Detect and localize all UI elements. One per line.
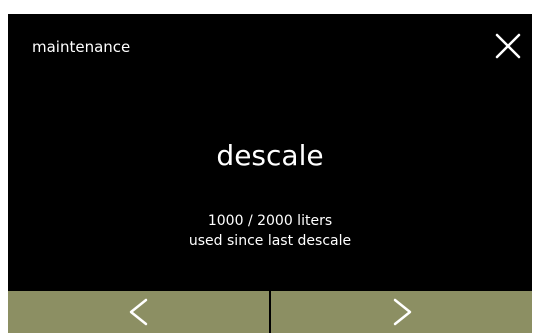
next-button[interactable]: [271, 291, 532, 333]
maintenance-screen: maintenance descale 1000 / 2000 liters u…: [8, 14, 532, 333]
navigation-bar: [8, 291, 532, 333]
descale-title: descale: [216, 139, 324, 172]
previous-button[interactable]: [8, 291, 271, 333]
close-icon: [495, 33, 521, 59]
chevron-left-icon: [129, 298, 147, 326]
usage-liters-text: 1000 / 2000 liters: [207, 213, 333, 229]
page-title: maintenance: [32, 38, 131, 56]
usage-caption-text: used since last descale: [188, 233, 352, 249]
close-button[interactable]: [494, 32, 522, 60]
chevron-right-icon: [393, 298, 411, 326]
